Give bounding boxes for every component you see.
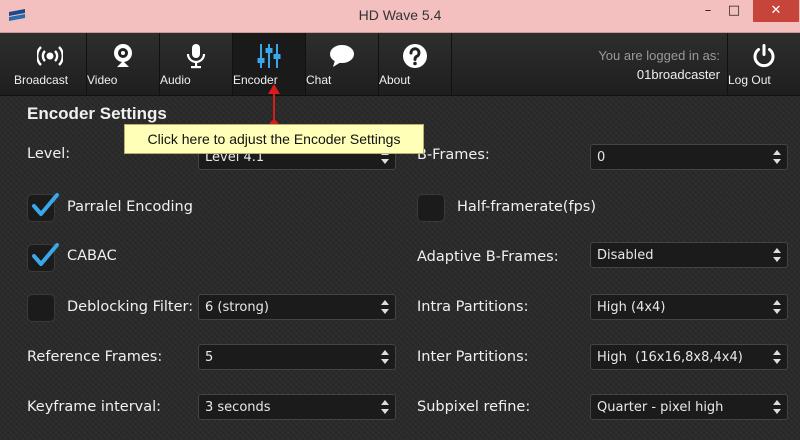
deblocking-label: Deblocking Filter: [67,299,194,315]
username: 01broadcaster [636,67,720,82]
power-icon [753,44,775,68]
nav-video[interactable]: Video [87,33,160,95]
adaptive-b-frames-select[interactable]: Disabled [590,242,788,268]
b-frames-label: B-Frames: [417,147,490,163]
callout-arrow-head [268,84,280,94]
level-label: Level: [27,146,71,162]
chat-bubble-icon [330,45,354,67]
half-framerate-checkbox[interactable] [417,194,445,222]
inter-partitions-label: Inter Partitions: [417,349,529,365]
spinner-arrows-icon [773,400,781,414]
b-frames-select[interactable]: 0 [590,144,788,170]
deblocking-checkbox[interactable] [27,294,55,322]
close-button[interactable]: ✕ [753,0,799,22]
b-frames-value: 0 [597,150,606,165]
spinner-arrows-icon [773,248,781,262]
question-icon [403,44,427,68]
spinner-arrows-icon [381,300,389,314]
spinner-arrows-icon [773,300,781,314]
webcam-icon [114,44,132,67]
logout-button[interactable]: Log Out [727,33,800,95]
inter-partitions-select[interactable]: High (16x16,8x8,4x4) [590,344,788,370]
section-title: Encoder Settings [27,104,167,123]
sliders-icon [257,44,281,68]
reference-frames-select[interactable]: 5 [198,344,396,370]
nav-chat[interactable]: Chat [306,33,379,95]
reference-frames-label: Reference Frames: [27,349,163,365]
logged-in-label: You are logged in as: [598,48,720,63]
nav-label: About [379,73,411,87]
deblocking-value: 6 (strong) [205,300,269,315]
logout-label: Log Out [728,73,771,87]
checkmark-icon [32,193,59,216]
intra-partitions-label: Intra Partitions: [417,299,529,315]
nav-label: Audio [160,73,191,87]
subpixel-refine-select[interactable]: Quarter - pixel high [590,394,788,420]
subpixel-refine-label: Subpixel refine: [417,399,531,415]
intra-partitions-value: High (4x4) [597,300,666,315]
adaptive-b-frames-label: Adaptive B-Frames: [417,249,559,265]
spinner-arrows-icon [381,350,389,364]
adaptive-b-frames-value: Disabled [597,248,654,263]
keyframe-interval-label: Keyframe interval: [27,399,162,415]
subpixel-refine-value: Quarter - pixel high [597,400,724,415]
parallel-encoding-checkbox[interactable] [27,193,59,222]
encoder-tooltip: Click here to adjust the Encoder Setting… [124,124,424,154]
maximize-button[interactable]: □ [720,0,748,22]
intra-partitions-select[interactable]: High (4x4) [590,294,788,320]
broadcast-icon [37,46,63,66]
checkmark-icon [32,243,59,266]
nav-audio[interactable]: Audio [160,33,233,95]
minimize-button[interactable]: – [694,0,722,22]
microphone-icon [186,44,206,69]
top-nav: Broadcast Video Audio Encoder Chat About… [0,33,800,96]
window-title: HD Wave 5.4 [358,7,442,23]
deblocking-select[interactable]: 6 (strong) [198,294,396,320]
spinner-arrows-icon [773,150,781,164]
spinner-arrows-icon [381,400,389,414]
keyframe-interval-select[interactable]: 3 seconds [198,394,396,420]
inter-partitions-value: High (16x16,8x8,4x4) [597,350,743,365]
parallel-encoding-label: Parralel Encoding [67,199,193,215]
keyframe-interval-value: 3 seconds [205,400,271,415]
nav-about[interactable]: About [379,33,452,95]
reference-frames-value: 5 [205,350,214,365]
title-bar: HD Wave 5.4 – □ ✕ [0,0,800,33]
nav-label: Broadcast [14,73,69,87]
cabac-checkbox[interactable] [27,243,59,272]
login-status: You are logged in as: 01broadcaster [598,48,720,82]
half-framerate-label: Half-framerate(fps) [457,199,596,215]
nav-label: Video [87,73,118,87]
spinner-arrows-icon [773,350,781,364]
nav-label: Chat [306,73,332,87]
cabac-label: CABAC [67,248,117,264]
nav-broadcast[interactable]: Broadcast [14,33,87,95]
